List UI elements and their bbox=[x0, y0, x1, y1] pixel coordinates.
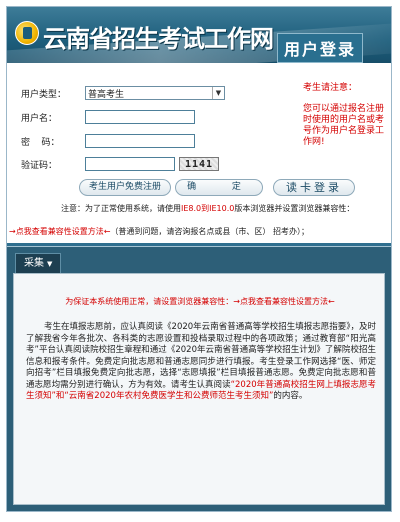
captcha-input[interactable] bbox=[85, 157, 175, 171]
announcement-panel: 采集 ▼ 为保证本系统使用正常，请设置浏览器兼容性：→点我查看兼容性设置方法← 考… bbox=[7, 247, 391, 511]
browser-version: IE8.0到IE10.0 bbox=[181, 204, 235, 213]
announcement-text-b: 的内容。 bbox=[273, 391, 308, 401]
password-label: 密 码： bbox=[21, 137, 60, 148]
compat-hint: （普通到问题，请咨询报名点或县（市、区） 招考办）； bbox=[110, 227, 309, 236]
compat-warning-link[interactable]: 为保证本系统使用正常，请设置浏览器兼容性：→点我查看兼容性设置方法← bbox=[14, 296, 386, 307]
announcement-body: 为保证本系统使用正常，请设置浏览器兼容性：→点我查看兼容性设置方法← 考生在填报… bbox=[13, 273, 385, 505]
announcement-text: 考生在填报志愿前，应认真阅读《2020年云南省普通高等学校招生填报志愿指要》，及… bbox=[26, 322, 376, 403]
emblem-icon bbox=[15, 21, 39, 45]
password-row: 密 码： bbox=[21, 133, 195, 149]
compat-settings-link[interactable]: →点我查看兼容性设置方法← bbox=[9, 227, 110, 236]
tab-collect-label: 采集 bbox=[24, 258, 44, 269]
user-type-select[interactable]: 普高考生 ▼ bbox=[85, 86, 225, 100]
browser-note-post: 版本浏览器并设置浏览器兼容性： bbox=[234, 204, 355, 213]
user-type-value: 普高考生 bbox=[88, 89, 125, 100]
user-type-row: 用户类型： 普高考生 ▼ bbox=[21, 85, 225, 101]
compat-note: →点我查看兼容性设置方法←（普通到问题，请咨询报名点或县（市、区） 招考办）； bbox=[9, 226, 389, 237]
username-row: 用户名： bbox=[21, 109, 195, 125]
site-banner: 云南省招生考试工作网 用户登录 bbox=[7, 7, 391, 63]
captcha-row: 验证码： 1141 bbox=[21, 156, 219, 172]
login-form: 用户类型： 普高考生 ▼ 用户名： 密 码： 验证码： 1141 考生请注意： … bbox=[7, 63, 391, 261]
login-frame: 云南省招生考试工作网 用户登录 用户类型： 普高考生 ▼ 用户名： 密 码： 验… bbox=[6, 6, 392, 512]
browser-note-pre: 注意：为了正常使用系统，请使用 bbox=[61, 204, 181, 213]
read-card-login-button[interactable]: 读卡登录 bbox=[273, 179, 355, 196]
tab-collect[interactable]: 采集 ▼ bbox=[15, 253, 62, 273]
browser-note: 注意：为了正常使用系统，请使用IE8.0到IE10.0版本浏览器并设置浏览器兼容… bbox=[9, 203, 389, 214]
user-type-label: 用户类型： bbox=[21, 89, 67, 100]
username-input[interactable] bbox=[85, 110, 195, 124]
chevron-down-icon: ▼ bbox=[47, 260, 53, 268]
notice-title: 考生请注意： bbox=[303, 83, 358, 93]
password-input[interactable] bbox=[85, 134, 195, 148]
notice-box: 考生请注意： 您可以通过报名注册时使用的用户名或考号作为用户名登录工作网! bbox=[303, 83, 385, 148]
chevron-down-icon[interactable]: ▼ bbox=[212, 87, 224, 99]
confirm-button[interactable]: 确 定 bbox=[175, 179, 263, 196]
captcha-label: 验证码： bbox=[21, 160, 58, 171]
login-title: 用户登录 bbox=[277, 33, 364, 63]
site-title: 云南省招生考试工作网 bbox=[43, 24, 274, 53]
notice-body: 您可以通过报名注册时使用的用户名或考号作为用户名登录工作网! bbox=[303, 104, 385, 147]
register-button[interactable]: 考生用户免费注册 bbox=[79, 179, 171, 196]
captcha-image[interactable]: 1141 bbox=[179, 157, 219, 171]
username-label: 用户名： bbox=[21, 113, 58, 124]
